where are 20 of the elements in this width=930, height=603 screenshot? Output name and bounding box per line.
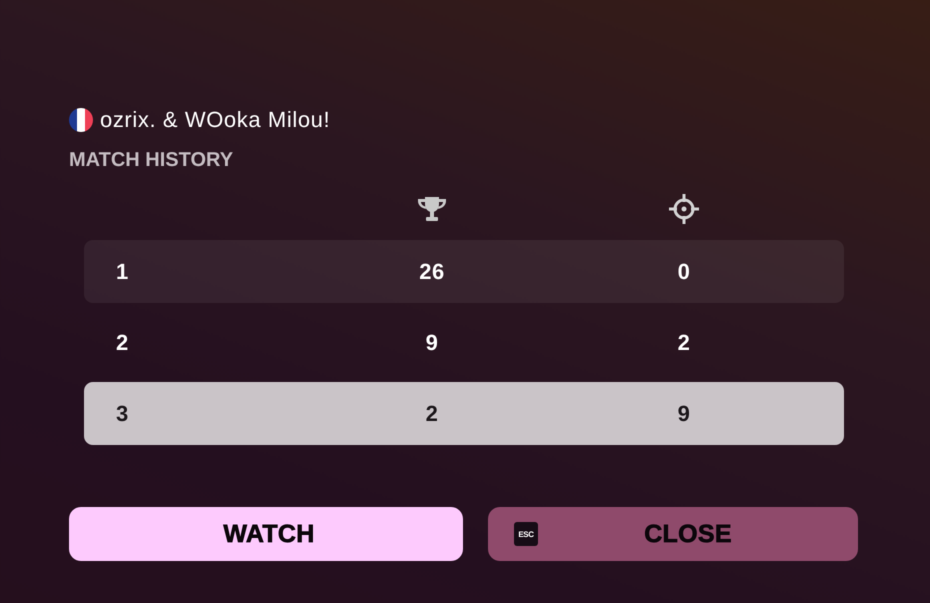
table-row[interactable]: 2 9 2 — [84, 311, 844, 374]
flag-icon — [69, 108, 93, 132]
table-cell: 9 — [426, 330, 438, 356]
table-cell: 0 — [678, 258, 690, 284]
watch-button[interactable]: WATCH — [69, 507, 463, 561]
close-button[interactable]: ESC CLOSE — [488, 507, 858, 561]
table-cell: 1 — [116, 258, 129, 284]
table-cell: 2 — [116, 330, 129, 356]
section-title: MATCH HISTORY — [69, 148, 234, 172]
table-row[interactable]: 1 26 0 — [84, 240, 844, 303]
table-cell: 26 — [419, 258, 445, 284]
crosshair-icon — [669, 194, 699, 224]
player-name: ozrix. & WOoka Milou! — [100, 107, 330, 133]
table-cell: 2 — [678, 330, 690, 356]
table-cell: 3 — [116, 400, 129, 426]
table-cell: 9 — [678, 400, 690, 426]
key-hint: ESC — [514, 522, 538, 546]
table-row[interactable]: 3 2 9 — [84, 382, 844, 445]
trophy-icon — [417, 196, 447, 222]
table-cell: 2 — [426, 400, 438, 426]
